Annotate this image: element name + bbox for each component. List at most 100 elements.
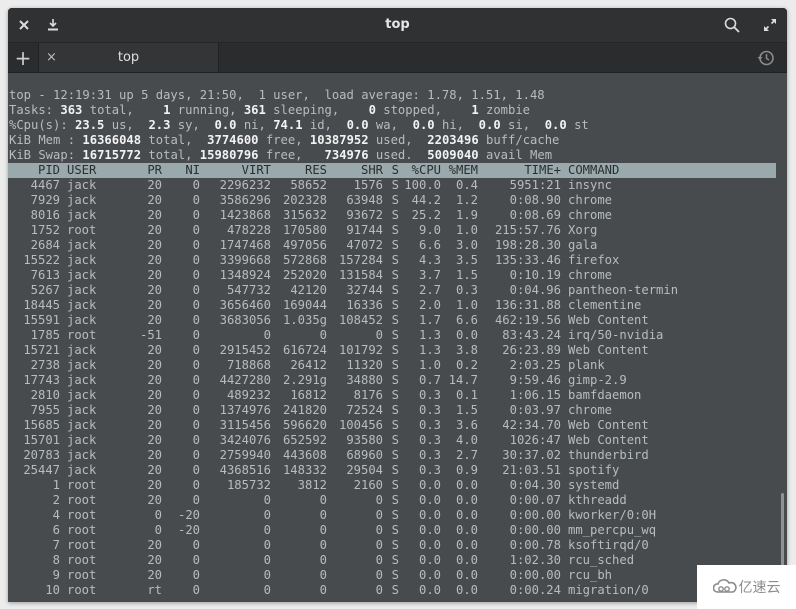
cell-ni: 0	[192, 223, 200, 237]
cell-cpu: 1.7	[418, 313, 441, 327]
cell-shr: 32744	[346, 283, 383, 297]
cell-state: S	[391, 553, 399, 567]
cell-mem: 0.9	[455, 463, 478, 477]
cell-mem: 0.0	[455, 478, 478, 492]
cell-pr: 0	[154, 508, 162, 522]
fullscreen-button[interactable]	[760, 15, 780, 35]
cell-mem: 3.0	[455, 238, 478, 252]
cell-mem: 0.0	[455, 493, 478, 507]
cell-ni: 0	[192, 568, 200, 582]
cell-command: mm_percpu_wq	[568, 523, 657, 537]
cell-cpu: 0.3	[418, 403, 441, 417]
cell-time: 1:02.30	[509, 553, 561, 567]
process-row: 4 root 0 -20 0 0 0 S 0.0 0.0 0:00.00 kworker/0:0H	[8, 508, 708, 523]
cell-shr: 157284	[338, 253, 383, 267]
cell-shr: 34880	[346, 373, 383, 387]
cell-ni: 0	[192, 238, 200, 252]
cell-pr: rt	[147, 583, 162, 597]
cell-virt: 2296232	[219, 178, 271, 192]
process-row: 6 root 0 -20 0 0 0 S 0.0 0.0 0:00.00 mm_percpu_wq	[8, 523, 708, 538]
cell-cpu: 1.3	[418, 328, 441, 342]
cell-cpu: 9.0	[418, 223, 441, 237]
cell-shr: 91744	[346, 223, 383, 237]
cell-pr: 20	[147, 343, 162, 357]
cell-res: 497056	[282, 238, 327, 252]
cell-virt: 0	[263, 493, 271, 507]
cell-res: 0	[319, 568, 327, 582]
cell-command: gimp-2.9	[568, 373, 627, 387]
tab-top[interactable]: × top	[39, 43, 219, 72]
terminal-output[interactable]: top - 12:19:31 up 5 days, 21:50, 1 user,…	[8, 73, 787, 602]
cell-time: 0:04.30	[509, 478, 561, 492]
cell-user: jack	[67, 463, 97, 477]
cell-shr: 0	[375, 328, 383, 342]
cell-mem: 0.0	[455, 523, 478, 537]
cell-mem: 1.5	[455, 268, 478, 282]
cell-shr: 63948	[346, 193, 383, 207]
process-row: 8016 jack 20 0 1423868 315632 93672 S 25.2 1.9 0:0…	[8, 208, 708, 223]
new-tab-button[interactable]: +	[8, 43, 39, 72]
cell-command: gala	[568, 238, 598, 252]
cell-virt: 1747468	[219, 238, 271, 252]
cell-ni: 0	[192, 328, 200, 342]
cell-cpu: 0.0	[418, 553, 441, 567]
cell-user: jack	[67, 178, 97, 192]
cell-user: root	[67, 538, 97, 552]
cell-pr: 20	[147, 418, 162, 432]
cell-state: S	[391, 388, 399, 402]
cell-time: 9:59.46	[509, 373, 561, 387]
cell-pid: 15685	[23, 418, 60, 432]
cell-virt: 0	[263, 568, 271, 582]
cell-time: 5951:21	[509, 178, 561, 192]
cell-res: 0	[319, 508, 327, 522]
cell-state: S	[391, 538, 399, 552]
cell-ni: 0	[192, 373, 200, 387]
cell-ni: 0	[192, 193, 200, 207]
process-table-header: PID USER PR NI VIRT RES SHR S %CPU %MEM TIME+ COMMA…	[8, 163, 776, 178]
cell-command: chrome	[568, 268, 613, 282]
cell-shr: 93580	[346, 433, 383, 447]
cell-time: 0:00.00	[509, 523, 561, 537]
cell-cpu: 2.0	[418, 298, 441, 312]
cell-mem: 0.1	[455, 388, 478, 402]
cell-mem: 0.0	[455, 508, 478, 522]
cell-time: 83:43.24	[502, 328, 561, 342]
cell-user: jack	[67, 358, 97, 372]
process-row: 18445 jack 20 0 3656460 169044 16336 S 2.0 1.0 136…	[8, 298, 708, 313]
cell-res: 0	[319, 328, 327, 342]
cell-pid: 1	[52, 478, 60, 492]
search-button[interactable]	[722, 15, 742, 35]
cell-cpu: 3.7	[418, 268, 441, 282]
cell-command: irq/50-nvidia	[568, 328, 664, 342]
cell-shr: 0	[375, 568, 383, 582]
cell-ni: 0	[192, 208, 200, 222]
cell-res: 0	[319, 538, 327, 552]
process-row: 7 root 20 0 0 0 0 S 0.0 0.0 0:00.78 ksoftirqd/0	[8, 538, 708, 553]
cell-state: S	[391, 343, 399, 357]
cell-pr: 20	[147, 433, 162, 447]
cell-time: 0:03.97	[509, 403, 561, 417]
cell-pr: 20	[147, 568, 162, 582]
cell-res: 252020	[282, 268, 327, 282]
cell-cpu: 0.3	[418, 463, 441, 477]
cell-mem: 1.9	[455, 208, 478, 222]
cell-pr: 20	[147, 193, 162, 207]
cell-pid: 18445	[23, 298, 60, 312]
cell-pid: 15701	[23, 433, 60, 447]
tab-bar: + × top	[8, 43, 787, 73]
process-row: 1752 root 20 0 478228 170580 91744 S 9.0 1.0 215:5…	[8, 223, 708, 238]
history-icon[interactable]	[757, 49, 775, 67]
cell-user: jack	[67, 433, 97, 447]
process-row: 17743 jack 20 0 4427280 2.291g 34880 S 0.7 14.7 9:…	[8, 373, 708, 388]
cell-pid: 17743	[23, 373, 60, 387]
cell-shr: 131584	[338, 268, 383, 282]
cell-res: 16812	[290, 388, 327, 402]
cell-pid: 9	[52, 568, 60, 582]
swap-line: KiB Swap: 16715772 total, 15980796 free,…	[9, 148, 553, 162]
cell-pr: 20	[147, 448, 162, 462]
cell-command: firefox	[568, 253, 620, 267]
cell-virt: 0	[263, 523, 271, 537]
cell-state: S	[391, 433, 399, 447]
cell-mem: 0.2	[455, 358, 478, 372]
cell-virt: 3683056	[219, 313, 271, 327]
